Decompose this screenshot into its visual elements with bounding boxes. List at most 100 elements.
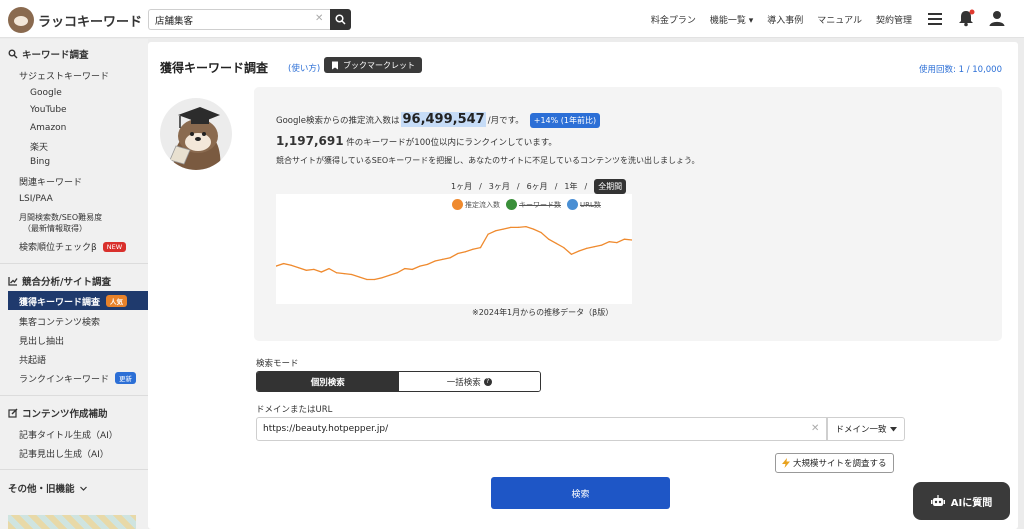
header-search: ✕ xyxy=(148,9,351,30)
legend-label: キーワード数 xyxy=(519,201,561,209)
domain-match-select[interactable]: ドメイン一致 xyxy=(827,417,905,441)
sidebar-item-rank-check[interactable]: 検索順位チェックβ NEW xyxy=(19,240,127,253)
sidebar-item-suggest[interactable]: サジェストキーワード xyxy=(19,69,109,82)
data-point xyxy=(442,258,444,260)
sidebar-item-bing[interactable]: Bing xyxy=(30,157,50,167)
domain-match-value: ドメイン一致 xyxy=(835,425,887,435)
data-point xyxy=(358,276,360,278)
sidebar-item-lsi[interactable]: LSI/PAA xyxy=(19,194,53,204)
sidebar-item-youtube[interactable]: YouTube xyxy=(30,105,67,115)
mode-bulk-button[interactable]: 一括検索? xyxy=(398,372,540,391)
data-point xyxy=(449,257,451,259)
mode-single-button[interactable]: 個別検索 xyxy=(257,372,399,391)
legend-label: URL数 xyxy=(580,201,601,209)
otter-mascot-icon xyxy=(160,98,232,170)
large-site-button[interactable]: 大規模サイトを調査する xyxy=(775,453,894,473)
large-site-label: 大規模サイトを調査する xyxy=(793,459,887,469)
data-point xyxy=(525,226,527,228)
sidebar-item-content-search[interactable]: 集客コンテンツ検索 xyxy=(19,315,100,328)
ai-question-button[interactable]: AIに質問 xyxy=(913,482,1010,520)
nav-contract[interactable]: 契約管理 xyxy=(876,13,912,26)
howto-link[interactable]: (使い方) xyxy=(288,62,320,74)
period-1m[interactable]: 1ヶ月 xyxy=(451,181,472,192)
data-point xyxy=(532,228,535,230)
traffic-line-chart xyxy=(276,194,632,304)
sidebar-item-headings[interactable]: 見出し抽出 xyxy=(19,334,64,347)
data-point xyxy=(457,252,459,255)
user-icon[interactable] xyxy=(988,9,1006,27)
traffic-suffix: /月です。 xyxy=(487,116,524,126)
data-point xyxy=(343,273,345,275)
top-nav: 料金プラン 機能一覧 ▾ 導入事例 マニュアル 契約管理 xyxy=(651,13,912,26)
search-submit-button[interactable]: 検索 xyxy=(491,477,670,509)
sidebar-item-google[interactable]: Google xyxy=(30,88,62,98)
clear-icon[interactable]: ✕ xyxy=(315,13,323,24)
bell-icon[interactable] xyxy=(957,9,975,27)
data-point xyxy=(479,247,482,249)
legend-keywords[interactable]: キーワード数 xyxy=(506,199,561,210)
data-point xyxy=(472,248,474,250)
sidebar-item-ai-title[interactable]: 記事タイトル生成（AI） xyxy=(19,428,118,441)
legend-urls[interactable]: URL数 xyxy=(567,199,601,210)
legend-label: 推定流入数 xyxy=(465,201,500,209)
data-point xyxy=(578,250,580,252)
nav-pricing[interactable]: 料金プラン xyxy=(651,13,696,26)
data-point xyxy=(510,226,512,228)
chevron-down-icon xyxy=(79,486,87,491)
section-title: コンテンツ作成補助 xyxy=(22,409,108,420)
legend-dot xyxy=(506,199,517,210)
data-point xyxy=(555,242,557,244)
banner-thumbnail[interactable] xyxy=(8,515,136,529)
search-icon xyxy=(8,49,18,59)
divider xyxy=(0,263,148,264)
clear-icon[interactable]: ✕ xyxy=(811,423,819,434)
description-text: 競合サイトが獲得しているSEOキーワードを把握し、あなたのサイトに不足しているコ… xyxy=(276,156,700,165)
otter-logo-icon xyxy=(8,7,34,33)
lightning-icon xyxy=(782,458,790,468)
data-point xyxy=(623,238,625,240)
period-6m[interactable]: 6ヶ月 xyxy=(527,181,548,192)
sidebar-item-monthly[interactable]: 月間検索数/SEO難易度 （最新情報取得） xyxy=(19,212,102,234)
sidebar-item-cooccur[interactable]: 共起語 xyxy=(19,353,46,366)
data-point xyxy=(563,247,565,249)
data-point xyxy=(336,272,338,274)
data-point xyxy=(411,268,413,270)
legend-traffic[interactable]: 推定流入数 xyxy=(452,199,500,210)
data-point xyxy=(426,263,429,265)
sidebar-item-rankin[interactable]: ランクインキーワード 更新 xyxy=(19,372,137,385)
sidebar-item-monthly-line2: （最新情報取得） xyxy=(23,224,87,233)
submit-label: 検索 xyxy=(571,489,590,500)
sidebar-item-acquired-keywords[interactable]: 獲得キーワード調査 人気 xyxy=(8,291,148,310)
period-1y[interactable]: 1年 xyxy=(564,181,577,192)
domain-url-input[interactable] xyxy=(256,417,827,441)
data-point xyxy=(328,268,330,270)
bookmarklet-button[interactable]: ブックマークレット xyxy=(324,57,422,73)
chart-icon xyxy=(8,277,18,286)
sidebar-item-monthly-line1: 月間検索数/SEO難易度 xyxy=(19,213,103,222)
mode-bulk-label: 一括検索 xyxy=(446,377,481,388)
sidebar-item-rakuten[interactable]: 楽天 xyxy=(30,140,48,153)
data-point xyxy=(389,274,391,276)
sidebar-item-amazon[interactable]: Amazon xyxy=(30,123,66,133)
robot-icon xyxy=(930,495,945,506)
nav-features[interactable]: 機能一覧 ▾ xyxy=(710,13,753,26)
section-others[interactable]: その他・旧機能 xyxy=(8,481,88,495)
help-icon[interactable]: ? xyxy=(483,377,492,386)
logo[interactable]: ラッコキーワード xyxy=(8,7,142,33)
menu-icon[interactable] xyxy=(927,12,943,26)
data-point xyxy=(608,241,610,243)
usage-count[interactable]: 使用回数: 1 / 10,000 xyxy=(919,63,1002,75)
search-mode-label: 検索モード xyxy=(256,359,299,369)
data-point xyxy=(396,272,398,274)
header-search-input[interactable] xyxy=(148,9,330,30)
divider xyxy=(0,395,148,396)
traffic-value: 96,499,547 xyxy=(401,112,486,127)
growth-badge: +14% (1年前比) xyxy=(529,113,601,128)
period-3m[interactable]: 3ヶ月 xyxy=(489,181,510,192)
period-all[interactable]: 全期間 xyxy=(594,179,627,194)
sidebar-item-related[interactable]: 関連キーワード xyxy=(19,175,82,188)
nav-cases[interactable]: 導入事例 xyxy=(767,13,803,26)
nav-manual[interactable]: マニュアル xyxy=(817,13,862,26)
sidebar-item-ai-heading[interactable]: 記事見出し生成（AI） xyxy=(19,447,109,460)
search-button[interactable] xyxy=(330,9,351,30)
